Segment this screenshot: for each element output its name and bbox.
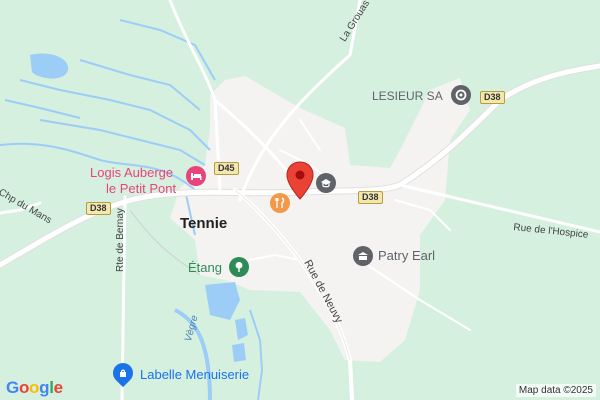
etang-water xyxy=(205,282,240,320)
google-logo: Google xyxy=(6,378,63,397)
street-rte-de-bernay: Rte de Bernay xyxy=(115,208,126,272)
poi-label-patry-earl[interactable]: Patry Earl xyxy=(378,249,435,262)
red-pin-icon[interactable] xyxy=(286,161,314,201)
hotel-icon[interactable] xyxy=(353,246,373,266)
hotel-icon[interactable] xyxy=(186,166,206,186)
map-canvas[interactable]: D38 D45 D38 D38 La Grouas Chp du Mans Rt… xyxy=(0,0,600,400)
pond xyxy=(30,53,69,79)
road-shield-d38-right: D38 xyxy=(480,91,505,104)
school-icon[interactable] xyxy=(316,173,336,193)
park-icon[interactable] xyxy=(229,257,249,277)
location-icon[interactable] xyxy=(451,85,471,105)
map-attribution[interactable]: Map data ©2025 xyxy=(515,384,596,397)
road-shield-d38-mid: D38 xyxy=(358,191,383,204)
poi-label-logis-line2[interactable]: le Petit Pont xyxy=(106,182,176,195)
poi-label-logis-line1[interactable]: Logis Auberge xyxy=(90,166,173,179)
poi-label-labelle-menuiserie[interactable]: Labelle Menuiserie xyxy=(140,368,249,381)
poi-label-lesieur[interactable]: LESIEUR SA xyxy=(372,90,443,102)
road-shield-d45: D45 xyxy=(214,162,239,175)
road-shield-d38-left: D38 xyxy=(86,202,111,215)
place-label-tennie: Tennie xyxy=(180,215,228,232)
poi-label-etang[interactable]: Étang xyxy=(188,261,222,274)
